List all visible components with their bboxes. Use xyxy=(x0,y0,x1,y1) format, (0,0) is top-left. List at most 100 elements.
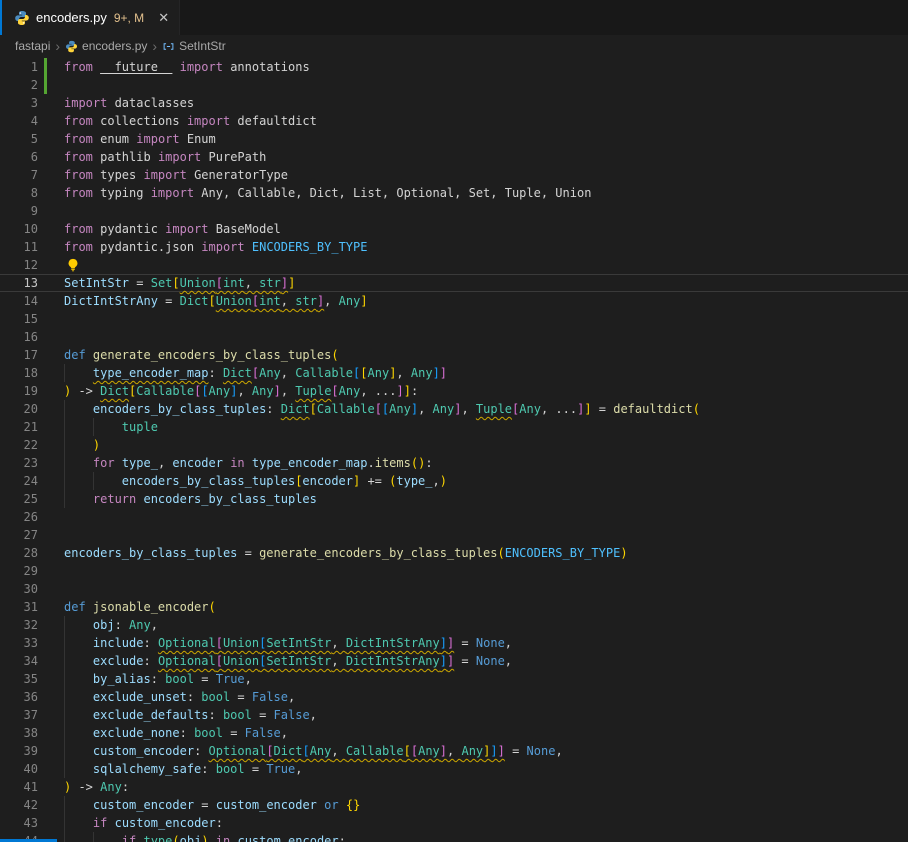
code-line[interactable]: 18 type_encoder_map: Dict[Any, Callable[… xyxy=(0,364,908,382)
line-number[interactable]: 9 xyxy=(0,202,38,220)
line-number[interactable]: 23 xyxy=(0,454,38,472)
close-tab-icon[interactable]: ✕ xyxy=(158,10,169,26)
code-line[interactable]: 32 obj: Any, xyxy=(0,616,908,634)
line-number[interactable]: 5 xyxy=(0,130,38,148)
code-line[interactable]: 26 xyxy=(0,508,908,526)
code-line[interactable]: 31def jsonable_encoder( xyxy=(0,598,908,616)
code-line[interactable]: 25 return encoders_by_class_tuples xyxy=(0,490,908,508)
code-line[interactable]: 17def generate_encoders_by_class_tuples( xyxy=(0,346,908,364)
line-number[interactable]: 38 xyxy=(0,724,38,742)
line-number[interactable]: 7 xyxy=(0,166,38,184)
code-line[interactable]: 36 exclude_unset: bool = False, xyxy=(0,688,908,706)
line-number[interactable]: 8 xyxy=(0,184,38,202)
code-line[interactable]: 14DictIntStrAny = Dict[Union[int, str], … xyxy=(0,292,908,310)
code-token: custom_encoder xyxy=(93,744,194,758)
code-line[interactable]: 40 sqlalchemy_safe: bool = True, xyxy=(0,760,908,778)
line-number[interactable]: 17 xyxy=(0,346,38,364)
code-line[interactable]: 12 xyxy=(0,256,908,274)
code-line[interactable]: 29 xyxy=(0,562,908,580)
code-line-current[interactable]: 13SetIntStr = Set[Union[int, str]] xyxy=(0,274,908,292)
code-token: , xyxy=(331,744,345,758)
line-number[interactable]: 30 xyxy=(0,580,38,598)
line-number[interactable]: 36 xyxy=(0,688,38,706)
line-number[interactable]: 40 xyxy=(0,760,38,778)
line-number[interactable]: 25 xyxy=(0,490,38,508)
code-line[interactable]: 5from enum import Enum xyxy=(0,130,908,148)
code-line[interactable]: 2 xyxy=(0,76,908,94)
code-line[interactable]: 30 xyxy=(0,580,908,598)
line-number[interactable]: 18 xyxy=(0,364,38,382)
code-line[interactable]: 4from collections import defaultdict xyxy=(0,112,908,130)
code-line[interactable]: 3import dataclasses xyxy=(0,94,908,112)
code-line[interactable]: 24 encoders_by_class_tuples[encoder] += … xyxy=(0,472,908,490)
code-token: Callable xyxy=(295,366,353,380)
line-number[interactable]: 15 xyxy=(0,310,38,328)
line-number[interactable]: 24 xyxy=(0,472,38,490)
line-number[interactable]: 41 xyxy=(0,778,38,796)
line-number[interactable]: 27 xyxy=(0,526,38,544)
line-number[interactable]: 11 xyxy=(0,238,38,256)
code-line[interactable]: 38 exclude_none: bool = False, xyxy=(0,724,908,742)
line-number[interactable]: 13 xyxy=(0,274,38,292)
line-number[interactable]: 32 xyxy=(0,616,38,634)
line-number[interactable]: 42 xyxy=(0,796,38,814)
line-number[interactable]: 43 xyxy=(0,814,38,832)
breadcrumb-item-file[interactable]: encoders.py xyxy=(82,39,147,53)
line-number[interactable]: 14 xyxy=(0,292,38,310)
code-area[interactable]: 1from __future__ import annotations23imp… xyxy=(0,58,908,842)
line-number[interactable]: 20 xyxy=(0,400,38,418)
breadcrumb-item-folder[interactable]: fastapi xyxy=(15,39,50,53)
code-line[interactable]: 39 custom_encoder: Optional[Dict[Any, Ca… xyxy=(0,742,908,760)
line-number[interactable]: 16 xyxy=(0,328,38,346)
code-line[interactable]: 6from pathlib import PurePath xyxy=(0,148,908,166)
code-token: ] xyxy=(498,744,505,758)
code-line[interactable]: 21 tuple xyxy=(0,418,908,436)
code-line[interactable]: 28encoders_by_class_tuples = generate_en… xyxy=(0,544,908,562)
code-line[interactable]: 10from pydantic import BaseModel xyxy=(0,220,908,238)
line-number[interactable]: 26 xyxy=(0,508,38,526)
code-line[interactable]: 9 xyxy=(0,202,908,220)
code-line[interactable]: 33 include: Optional[Union[SetIntStr, Di… xyxy=(0,634,908,652)
line-number[interactable]: 1 xyxy=(0,58,38,76)
line-number[interactable]: 28 xyxy=(0,544,38,562)
code-line[interactable]: 19) -> Dict[Callable[[Any], Any], Tuple[… xyxy=(0,382,908,400)
code-line[interactable]: 20 encoders_by_class_tuples: Dict[Callab… xyxy=(0,400,908,418)
code-line[interactable]: 16 xyxy=(0,328,908,346)
code-line[interactable]: 22 ) xyxy=(0,436,908,454)
code-token: : xyxy=(122,780,129,794)
line-number[interactable]: 34 xyxy=(0,652,38,670)
line-number[interactable]: 4 xyxy=(0,112,38,130)
code-line[interactable]: 41) -> Any: xyxy=(0,778,908,796)
line-number[interactable]: 35 xyxy=(0,670,38,688)
code-line[interactable]: 44 if type(obj) in custom_encoder: xyxy=(0,832,908,842)
line-number[interactable]: 12 xyxy=(0,256,38,274)
code-line[interactable]: 37 exclude_defaults: bool = False, xyxy=(0,706,908,724)
tab-encoders[interactable]: encoders.py 9+, M ✕ xyxy=(0,0,180,35)
line-number[interactable]: 31 xyxy=(0,598,38,616)
line-number[interactable]: 39 xyxy=(0,742,38,760)
code-line[interactable]: 27 xyxy=(0,526,908,544)
code-line[interactable]: 11from pydantic.json import ENCODERS_BY_… xyxy=(0,238,908,256)
line-number[interactable]: 10 xyxy=(0,220,38,238)
code-line[interactable]: 35 by_alias: bool = True, xyxy=(0,670,908,688)
code-line[interactable]: 43 if custom_encoder: xyxy=(0,814,908,832)
code-token: [ xyxy=(411,744,418,758)
code-line[interactable]: 15 xyxy=(0,310,908,328)
code-line[interactable]: 42 custom_encoder = custom_encoder or {} xyxy=(0,796,908,814)
breadcrumb-item-symbol[interactable]: SetIntStr xyxy=(179,39,226,53)
line-number[interactable]: 37 xyxy=(0,706,38,724)
line-number[interactable]: 6 xyxy=(0,148,38,166)
line-number[interactable]: 22 xyxy=(0,436,38,454)
code-line[interactable]: 23 for type_, encoder in type_encoder_ma… xyxy=(0,454,908,472)
code-line[interactable]: 8from typing import Any, Callable, Dict,… xyxy=(0,184,908,202)
code-line[interactable]: 1from __future__ import annotations xyxy=(0,58,908,76)
line-number[interactable]: 19 xyxy=(0,382,38,400)
line-number[interactable]: 29 xyxy=(0,562,38,580)
line-number[interactable]: 33 xyxy=(0,634,38,652)
line-number[interactable]: 21 xyxy=(0,418,38,436)
code-line[interactable]: 34 exclude: Optional[Union[SetIntStr, Di… xyxy=(0,652,908,670)
line-number[interactable]: 2 xyxy=(0,76,38,94)
code-line[interactable]: 7from types import GeneratorType xyxy=(0,166,908,184)
line-number[interactable]: 3 xyxy=(0,94,38,112)
code-text xyxy=(64,328,908,346)
